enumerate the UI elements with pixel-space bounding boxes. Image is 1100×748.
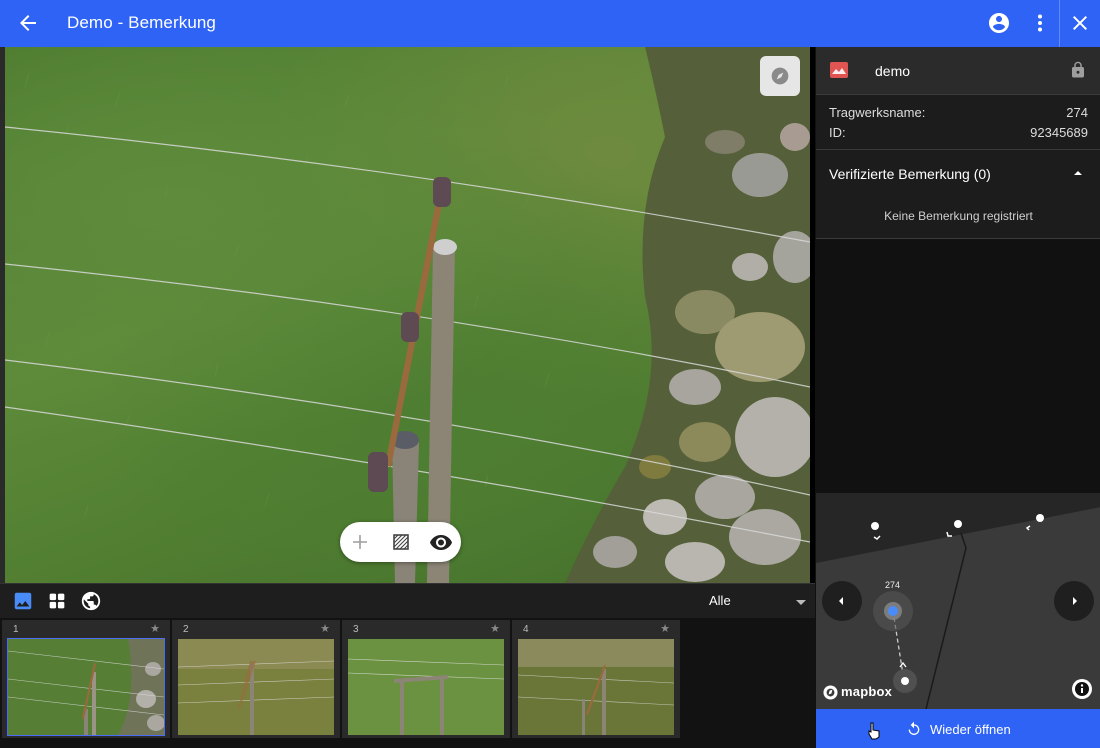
info-label: ID: xyxy=(829,125,846,140)
chevron-up-icon[interactable] xyxy=(1074,171,1082,175)
section-title[interactable]: Verifizierte Bemerkung (0) xyxy=(829,166,991,182)
globe-icon[interactable] xyxy=(80,590,102,612)
chevron-right-icon xyxy=(1073,597,1077,605)
info-icon xyxy=(1075,682,1089,696)
star-icon[interactable]: ★ xyxy=(320,622,330,635)
map-next-button[interactable] xyxy=(1054,581,1094,621)
project-header: demo xyxy=(816,47,1100,95)
filter-select[interactable]: Alle xyxy=(708,591,808,613)
app: Demo - Bemerkung Alle 1 ★ 2 ★ 3 ★ 4 ★ de… xyxy=(0,0,1100,748)
compass-button[interactable] xyxy=(760,56,800,96)
top-app-bar: Demo - Bemerkung xyxy=(0,0,1100,47)
thumbnail-2[interactable]: 2 ★ xyxy=(172,620,340,738)
arrow-left-icon[interactable] xyxy=(16,11,40,35)
photo-scene xyxy=(5,47,810,583)
account-circle-icon[interactable] xyxy=(987,11,1011,35)
thumbnail-3[interactable]: 3 ★ xyxy=(342,620,510,738)
map-prev-button[interactable] xyxy=(822,581,862,621)
filter-value: Alle xyxy=(709,593,731,608)
eye-icon[interactable] xyxy=(429,530,453,554)
plus-icon[interactable] xyxy=(348,530,372,554)
image-viewer[interactable] xyxy=(0,47,815,583)
star-icon[interactable]: ★ xyxy=(490,622,500,635)
chevron-left-icon xyxy=(839,597,843,605)
gallery-toolbar: Alle xyxy=(0,583,815,618)
info-value: 92345689 xyxy=(1030,125,1088,140)
details-panel: demo Tragwerksname: 274 ID: 92345689 Ver… xyxy=(815,47,1100,748)
image-tool-pill xyxy=(340,522,461,562)
thumbnail-image xyxy=(7,638,165,736)
thumbnail-number: 3 xyxy=(353,624,359,635)
mapbox-logo-icon xyxy=(823,685,838,700)
verified-remarks-section: Verifizierte Bemerkung (0) Keine Bemerku… xyxy=(816,150,1100,239)
thumbnail-image xyxy=(348,639,504,735)
thumbnail-number: 1 xyxy=(13,624,19,635)
chevron-down-icon xyxy=(796,600,806,605)
info-row-id: ID: 92345689 xyxy=(829,125,1088,140)
image-landscape-icon xyxy=(830,62,848,78)
info-label: Tragwerksname: xyxy=(829,105,926,120)
image-icon[interactable] xyxy=(12,590,34,612)
thumbnail-image xyxy=(518,639,674,735)
toolbar-divider xyxy=(1059,0,1060,47)
thumbnail-4[interactable]: 4 ★ xyxy=(512,620,680,738)
refresh-icon xyxy=(908,721,920,735)
star-icon[interactable]: ★ xyxy=(150,622,160,635)
structure-info: Tragwerksname: 274 ID: 92345689 xyxy=(816,96,1100,150)
mapbox-text: mapbox xyxy=(841,684,893,699)
empty-state-text: Keine Bemerkung registriert xyxy=(884,209,1033,223)
map-view[interactable]: 274 mapbox xyxy=(816,493,1100,709)
info-value: 274 xyxy=(1066,105,1088,120)
thumbnail-1[interactable]: 1 ★ xyxy=(2,620,170,738)
more-vertical-icon[interactable] xyxy=(1028,11,1052,35)
lock-icon[interactable] xyxy=(1069,60,1087,80)
compass-icon xyxy=(771,67,789,85)
map-point-label: 274 xyxy=(885,580,901,590)
project-name: demo xyxy=(875,63,911,79)
thumbnail-number: 4 xyxy=(523,624,529,635)
inspection-photo[interactable] xyxy=(5,47,810,583)
map-info-button[interactable] xyxy=(1072,679,1092,699)
hand-cursor-icon xyxy=(868,722,880,740)
thumbnail-strip: 1 ★ 2 ★ 3 ★ 4 ★ xyxy=(0,618,815,748)
reopen-label: Wieder öffnen xyxy=(930,722,1011,737)
reopen-button[interactable]: Wieder öffnen xyxy=(816,709,1100,748)
page-title: Demo - Bemerkung xyxy=(67,13,216,32)
info-row-name: Tragwerksname: 274 xyxy=(829,105,1088,120)
hatch-pattern-icon[interactable] xyxy=(389,530,413,554)
thumbnail-image xyxy=(178,639,334,735)
close-icon[interactable] xyxy=(1068,11,1092,35)
star-icon[interactable]: ★ xyxy=(660,622,670,635)
grid-icon[interactable] xyxy=(46,590,68,612)
panel-empty-area xyxy=(816,239,1100,493)
thumbnail-number: 2 xyxy=(183,624,189,635)
